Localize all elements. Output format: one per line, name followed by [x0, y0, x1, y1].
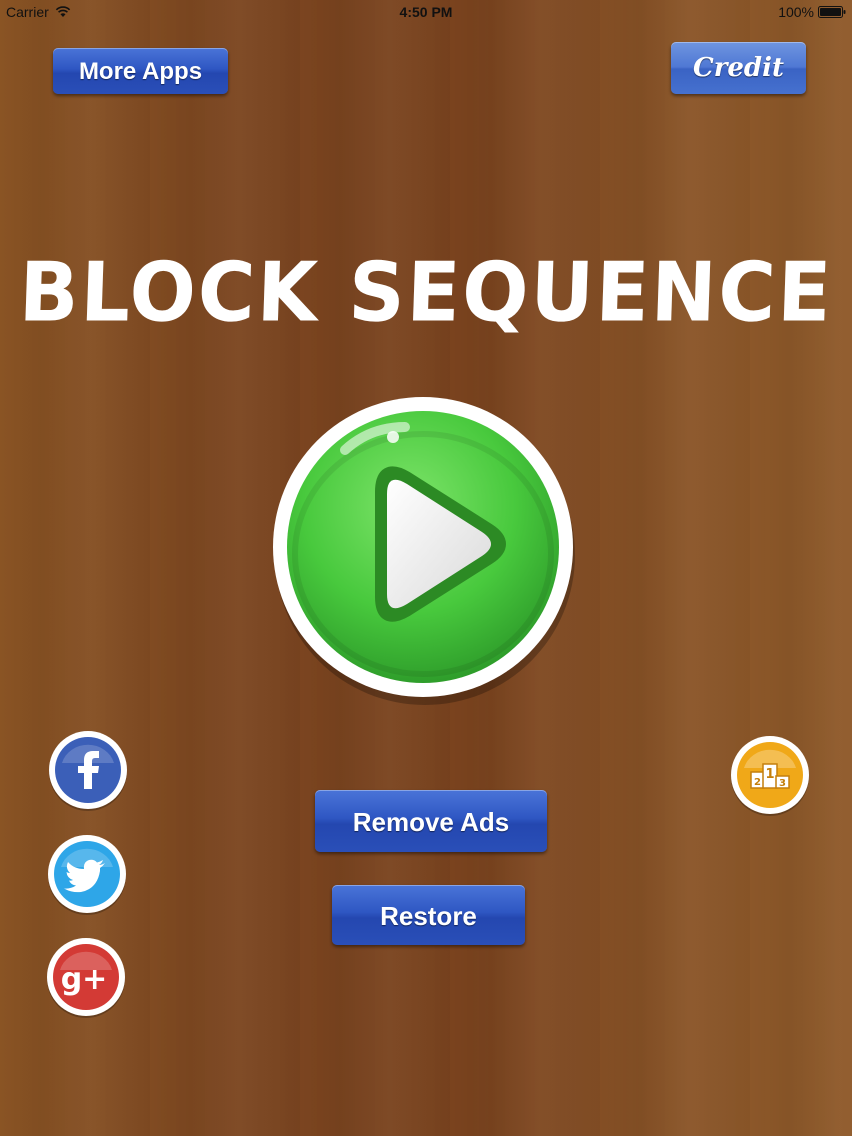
credit-button[interactable]: Credit	[671, 42, 806, 94]
restore-button[interactable]: Restore	[332, 885, 525, 945]
status-bar: Carrier 4:50 PM 100%	[0, 0, 852, 24]
battery-icon	[818, 6, 846, 18]
play-icon	[273, 397, 575, 705]
podium-first: 1	[765, 767, 774, 782]
google-plus-label: g+	[61, 962, 108, 997]
google-plus-button[interactable]: g+	[46, 938, 126, 1018]
twitter-icon	[48, 835, 126, 915]
google-plus-icon: g+	[47, 938, 125, 1018]
leaderboard-icon: 2 1 3	[731, 736, 809, 816]
status-time: 4:50 PM	[399, 4, 453, 20]
battery-percent: 100%	[778, 4, 814, 20]
play-button[interactable]	[270, 392, 580, 707]
podium-second: 2	[754, 777, 761, 788]
facebook-button[interactable]	[48, 731, 128, 811]
status-right: 100%	[778, 4, 846, 20]
twitter-button[interactable]	[47, 835, 127, 915]
game-title: BLOCK SEQUENCE	[17, 245, 835, 341]
more-apps-button[interactable]: More Apps	[53, 48, 228, 94]
facebook-icon	[49, 731, 127, 811]
remove-ads-button[interactable]: Remove Ads	[315, 790, 547, 852]
podium-third: 3	[779, 778, 786, 789]
leaderboard-button[interactable]: 2 1 3	[730, 736, 810, 816]
